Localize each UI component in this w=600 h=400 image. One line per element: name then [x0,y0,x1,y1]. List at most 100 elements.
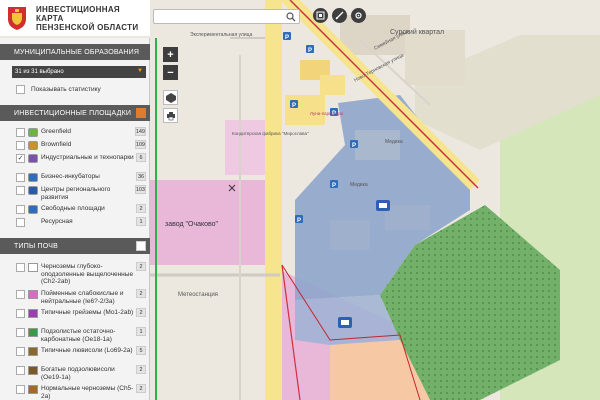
investment-heading: ИНВЕСТИЦИОННЫЕ ПЛОЩАДКИ [14,109,132,117]
grid-icon [316,11,325,20]
panel-resizer[interactable] [155,38,157,400]
investment-swatch-icon [28,141,38,150]
investment-checkbox[interactable] [16,205,25,214]
soil-count-badge: 5 [136,346,146,355]
search-icon[interactable] [286,12,296,22]
soil-label: Черноземы глубоко- оподзоленные выщелоче… [41,263,134,285]
investment-item[interactable]: Свободные площади 2 [0,204,150,214]
ruler-icon [335,11,344,20]
investment-label: Центры регионального развития [41,186,111,201]
search-input[interactable] [153,9,300,24]
layer-switch-button[interactable] [163,90,178,105]
stats-checkbox[interactable] [16,85,25,94]
svg-text:P: P [332,183,336,189]
map-label-meteo: Метеостанция [178,292,218,298]
hexagon-layers-icon [165,92,176,103]
municipal-heading: МУНИЦИПАЛЬНЫЕ ОБРАЗОВАНИЯ [14,48,140,56]
investment-checkbox[interactable]: ✓ [16,154,25,163]
soil-swatch-icon [28,366,38,375]
soil-checkbox[interactable] [16,385,25,394]
chevron-down-icon: ▼ [137,68,143,74]
soil-item[interactable]: Пойменные слабокислые и нейтральные (Ie6… [0,289,150,306]
investment-checkbox[interactable] [16,186,25,195]
soil-checkbox[interactable] [16,328,25,337]
soil-checkbox[interactable] [16,290,25,299]
soil-checkbox[interactable] [16,366,25,375]
investment-count-badge: 109 [134,140,146,149]
investment-swatch-icon [28,173,38,182]
soil-swatch-icon [28,309,38,318]
investment-swatch-icon [28,205,38,214]
settings-tool-button[interactable] [351,8,366,23]
soil-swatch-icon [28,328,38,337]
investment-marker[interactable] [376,200,390,211]
investment-count-badge: 2 [136,204,146,213]
municipal-selected-value: 31 из 31 выбрано [15,69,64,75]
investment-marker[interactable] [338,317,352,328]
map-label-garden: Кондитерская фабрика "Мирослава" [232,131,309,136]
investment-section-header[interactable]: ИНВЕСТИЦИОННЫЕ ПЛОЩАДКИ [0,105,150,121]
soil-count-badge: 2 [136,289,146,298]
investment-item[interactable]: Ресурсная 1 [0,217,150,227]
municipal-select[interactable]: 31 из 31 выбрано ▼ [12,66,146,78]
soil-checkbox[interactable] [16,347,25,356]
screen: P P P P P P P Сурский квартал Ново-Терно… [0,0,600,400]
investment-count-badge: 149 [134,127,146,136]
print-button[interactable] [163,108,178,123]
soils-section-checkbox[interactable] [136,241,146,251]
investment-section-checkbox[interactable] [136,108,146,118]
svg-text:P: P [308,48,312,54]
investment-item[interactable]: Greenfield 149 [0,127,150,137]
measure-tool-button[interactable] [332,8,347,23]
app-title[interactable]: ИНВЕСТИЦИОННАЯ КАРТА ПЕНЗЕНСКОЙ ОБЛАСТИ [36,5,150,32]
layers-tool-button[interactable] [313,8,328,23]
map-label-experimental: Экспериментальная улица [190,32,253,38]
soil-swatch-icon [28,290,38,299]
soils-heading: ТИПЫ ПОЧВ [14,242,58,250]
soil-item[interactable]: Типичные лювисоли (Lo69-2a) 5 [0,346,150,363]
soil-count-badge: 1 [136,327,146,336]
soil-checkbox[interactable] [16,263,25,272]
investment-checkbox[interactable] [16,173,25,182]
soil-swatch-icon [28,385,38,394]
soil-item[interactable]: Типичные грейземы (Mo1-2ab) 2 [0,308,150,325]
investment-label: Ресурсная [41,218,73,225]
investment-label: Greenfield [41,128,71,135]
investment-checkbox[interactable] [16,128,25,137]
investment-count-badge: 1 [136,217,146,226]
soils-section-header[interactable]: ТИПЫ ПОЧВ [0,238,150,254]
svg-text:P: P [352,143,356,149]
soil-item[interactable]: Богатые подзолювисоли (Oe19-1a) 2 [0,365,150,382]
investment-label: Бизнес-инкубаторы [41,173,100,180]
soil-swatch-icon [28,263,38,272]
soil-swatch-icon [28,347,38,356]
investment-item[interactable]: ✓ Индустриальные и технопарки 6 [0,153,150,170]
investment-swatch-icon [28,128,38,137]
soil-label: Богатые подзолювисоли (Oe19-1a) [41,366,115,381]
zoom-in-button[interactable]: + [163,47,178,62]
zoom-out-button[interactable]: − [163,65,178,80]
soil-label: Подзолистые остаточно- карбонатные (Oe18… [41,328,116,343]
soil-item[interactable]: Подзолистые остаточно- карбонатные (Oe18… [0,327,150,344]
svg-text:P: P [297,218,301,224]
investment-label: Индустриальные и технопарки [41,154,134,161]
investment-item[interactable]: Brownfield 109 [0,140,150,150]
soil-checkbox[interactable] [16,309,25,318]
investment-item[interactable]: Бизнес-инкубаторы 36 [0,172,150,182]
municipal-section-header[interactable]: МУНИЦИПАЛЬНЫЕ ОБРАЗОВАНИЯ [0,44,150,60]
soil-item[interactable]: Черноземы глубоко- оподзоленные выщелоче… [0,262,150,287]
stats-toggle-row[interactable]: Показывать статистику [16,85,101,94]
soil-count-badge: 2 [136,262,146,271]
investment-checkbox[interactable] [16,141,25,150]
svg-text:P: P [292,103,296,109]
title-line-1: ИНВЕСТИЦИОННАЯ КАРТА [36,4,120,23]
investment-swatch-icon [28,154,38,163]
soil-count-badge: 2 [136,384,146,393]
investment-checkbox[interactable] [16,218,25,227]
soil-item[interactable]: Нормальные черноземы (Ch5-2a) 2 [0,384,150,400]
map-label-pink1: Луна-парк Абри [310,111,343,116]
map-label-medica2: Медика [350,182,368,188]
investment-item[interactable]: Центры регионального развития 103 [0,185,150,202]
investment-swatch-icon [28,218,38,227]
soil-count-badge: 2 [136,365,146,374]
